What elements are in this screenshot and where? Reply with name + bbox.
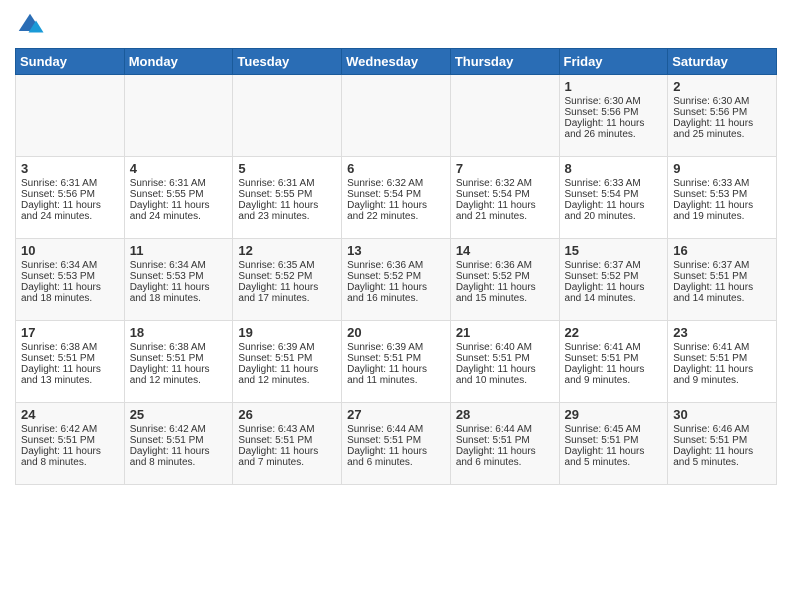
- day-number: 25: [130, 407, 228, 422]
- calendar-table: Sunday Monday Tuesday Wednesday Thursday…: [15, 48, 777, 485]
- calendar-cell: 24Sunrise: 6:42 AMSunset: 5:51 PMDayligh…: [16, 403, 125, 485]
- main-container: Sunday Monday Tuesday Wednesday Thursday…: [0, 0, 792, 495]
- calendar-cell: 6Sunrise: 6:32 AMSunset: 5:54 PMDaylight…: [342, 157, 451, 239]
- calendar-cell: 17Sunrise: 6:38 AMSunset: 5:51 PMDayligh…: [16, 321, 125, 403]
- calendar-cell: 18Sunrise: 6:38 AMSunset: 5:51 PMDayligh…: [124, 321, 233, 403]
- calendar-cell: [450, 75, 559, 157]
- day-number: 4: [130, 161, 228, 176]
- header: [15, 10, 777, 40]
- day-number: 11: [130, 243, 228, 258]
- calendar-week-5: 24Sunrise: 6:42 AMSunset: 5:51 PMDayligh…: [16, 403, 777, 485]
- calendar-cell: [342, 75, 451, 157]
- day-number: 5: [238, 161, 336, 176]
- calendar-week-4: 17Sunrise: 6:38 AMSunset: 5:51 PMDayligh…: [16, 321, 777, 403]
- day-number: 9: [673, 161, 771, 176]
- calendar-cell: 5Sunrise: 6:31 AMSunset: 5:55 PMDaylight…: [233, 157, 342, 239]
- day-number: 24: [21, 407, 119, 422]
- col-wednesday: Wednesday: [342, 49, 451, 75]
- logo: [15, 10, 49, 40]
- col-friday: Friday: [559, 49, 668, 75]
- day-number: 28: [456, 407, 554, 422]
- calendar-cell: 13Sunrise: 6:36 AMSunset: 5:52 PMDayligh…: [342, 239, 451, 321]
- calendar-cell: 4Sunrise: 6:31 AMSunset: 5:55 PMDaylight…: [124, 157, 233, 239]
- calendar-cell: 7Sunrise: 6:32 AMSunset: 5:54 PMDaylight…: [450, 157, 559, 239]
- day-number: 2: [673, 79, 771, 94]
- day-number: 30: [673, 407, 771, 422]
- day-number: 7: [456, 161, 554, 176]
- day-number: 13: [347, 243, 445, 258]
- day-number: 3: [21, 161, 119, 176]
- day-number: 19: [238, 325, 336, 340]
- calendar-cell: 22Sunrise: 6:41 AMSunset: 5:51 PMDayligh…: [559, 321, 668, 403]
- calendar-cell: 10Sunrise: 6:34 AMSunset: 5:53 PMDayligh…: [16, 239, 125, 321]
- day-number: 21: [456, 325, 554, 340]
- calendar-cell: 16Sunrise: 6:37 AMSunset: 5:51 PMDayligh…: [668, 239, 777, 321]
- calendar-cell: 19Sunrise: 6:39 AMSunset: 5:51 PMDayligh…: [233, 321, 342, 403]
- day-number: 29: [565, 407, 663, 422]
- day-number: 26: [238, 407, 336, 422]
- day-number: 17: [21, 325, 119, 340]
- day-number: 6: [347, 161, 445, 176]
- calendar-cell: [16, 75, 125, 157]
- header-row: Sunday Monday Tuesday Wednesday Thursday…: [16, 49, 777, 75]
- calendar-cell: 1Sunrise: 6:30 AMSunset: 5:56 PMDaylight…: [559, 75, 668, 157]
- col-saturday: Saturday: [668, 49, 777, 75]
- col-tuesday: Tuesday: [233, 49, 342, 75]
- calendar-cell: [233, 75, 342, 157]
- day-number: 12: [238, 243, 336, 258]
- day-number: 27: [347, 407, 445, 422]
- day-number: 16: [673, 243, 771, 258]
- calendar-cell: 20Sunrise: 6:39 AMSunset: 5:51 PMDayligh…: [342, 321, 451, 403]
- col-sunday: Sunday: [16, 49, 125, 75]
- calendar-cell: 9Sunrise: 6:33 AMSunset: 5:53 PMDaylight…: [668, 157, 777, 239]
- day-number: 18: [130, 325, 228, 340]
- calendar-week-1: 1Sunrise: 6:30 AMSunset: 5:56 PMDaylight…: [16, 75, 777, 157]
- calendar-cell: [124, 75, 233, 157]
- calendar-cell: 21Sunrise: 6:40 AMSunset: 5:51 PMDayligh…: [450, 321, 559, 403]
- calendar-cell: 2Sunrise: 6:30 AMSunset: 5:56 PMDaylight…: [668, 75, 777, 157]
- day-number: 20: [347, 325, 445, 340]
- calendar-week-2: 3Sunrise: 6:31 AMSunset: 5:56 PMDaylight…: [16, 157, 777, 239]
- day-number: 23: [673, 325, 771, 340]
- day-number: 22: [565, 325, 663, 340]
- day-number: 1: [565, 79, 663, 94]
- calendar-cell: 27Sunrise: 6:44 AMSunset: 5:51 PMDayligh…: [342, 403, 451, 485]
- calendar-cell: 30Sunrise: 6:46 AMSunset: 5:51 PMDayligh…: [668, 403, 777, 485]
- calendar-week-3: 10Sunrise: 6:34 AMSunset: 5:53 PMDayligh…: [16, 239, 777, 321]
- calendar-cell: 8Sunrise: 6:33 AMSunset: 5:54 PMDaylight…: [559, 157, 668, 239]
- calendar-cell: 11Sunrise: 6:34 AMSunset: 5:53 PMDayligh…: [124, 239, 233, 321]
- calendar-cell: 12Sunrise: 6:35 AMSunset: 5:52 PMDayligh…: [233, 239, 342, 321]
- calendar-cell: 23Sunrise: 6:41 AMSunset: 5:51 PMDayligh…: [668, 321, 777, 403]
- day-number: 10: [21, 243, 119, 258]
- calendar-cell: 29Sunrise: 6:45 AMSunset: 5:51 PMDayligh…: [559, 403, 668, 485]
- day-number: 15: [565, 243, 663, 258]
- calendar-cell: 14Sunrise: 6:36 AMSunset: 5:52 PMDayligh…: [450, 239, 559, 321]
- day-number: 8: [565, 161, 663, 176]
- calendar-cell: 26Sunrise: 6:43 AMSunset: 5:51 PMDayligh…: [233, 403, 342, 485]
- col-thursday: Thursday: [450, 49, 559, 75]
- calendar-cell: 25Sunrise: 6:42 AMSunset: 5:51 PMDayligh…: [124, 403, 233, 485]
- col-monday: Monday: [124, 49, 233, 75]
- calendar-cell: 28Sunrise: 6:44 AMSunset: 5:51 PMDayligh…: [450, 403, 559, 485]
- calendar-cell: 15Sunrise: 6:37 AMSunset: 5:52 PMDayligh…: [559, 239, 668, 321]
- logo-icon: [15, 10, 45, 40]
- calendar-cell: 3Sunrise: 6:31 AMSunset: 5:56 PMDaylight…: [16, 157, 125, 239]
- day-number: 14: [456, 243, 554, 258]
